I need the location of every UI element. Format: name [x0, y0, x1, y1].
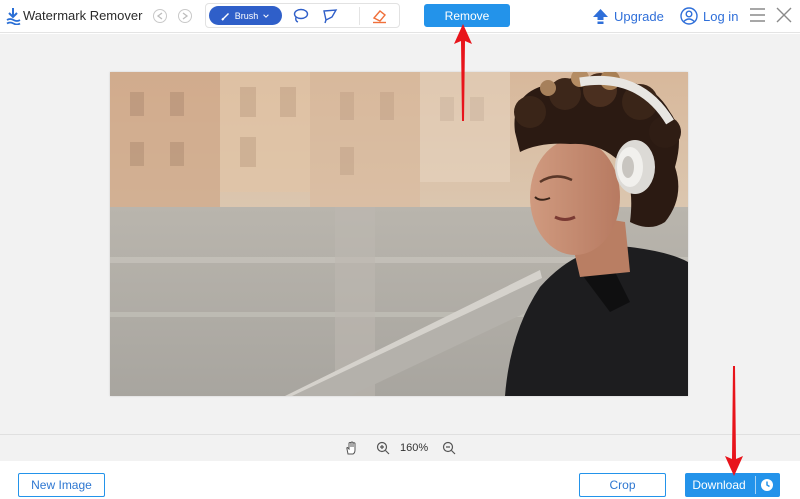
download-label: Download	[692, 478, 746, 492]
remove-button[interactable]: Remove	[424, 4, 510, 27]
undo-button[interactable]	[153, 9, 167, 23]
brush-icon	[221, 12, 229, 21]
redo-button[interactable]	[178, 9, 192, 23]
zoom-out-icon[interactable]	[442, 441, 456, 455]
user-icon	[680, 7, 698, 25]
new-image-button[interactable]: New Image	[18, 473, 105, 497]
brush-tool-button[interactable]: Brush	[209, 6, 282, 25]
crop-button[interactable]: Crop	[579, 473, 666, 497]
toolbar-divider	[359, 7, 360, 25]
hamburger-menu-icon[interactable]	[749, 7, 766, 23]
watermark-remover-app: Watermark Remover Brush Remove Upgrade L…	[0, 0, 800, 499]
lasso-icon[interactable]	[292, 8, 309, 24]
zoom-in-icon[interactable]	[376, 441, 390, 455]
selection-tool-group: Brush	[205, 3, 400, 28]
app-title: Watermark Remover	[23, 8, 143, 23]
chevron-down-icon	[263, 13, 270, 18]
photo-woman-headphones	[110, 72, 688, 396]
undo-icon	[156, 12, 163, 20]
eraser-icon[interactable]	[371, 8, 388, 24]
hand-pan-icon[interactable]	[344, 441, 358, 455]
polygon-lasso-icon[interactable]	[322, 8, 339, 24]
bottom-action-bar: New Image Crop Download	[0, 461, 800, 499]
download-button[interactable]: Download	[685, 473, 780, 497]
zoom-bar: 160%	[0, 434, 800, 461]
clock-icon[interactable]	[760, 478, 774, 492]
editing-canvas[interactable]	[0, 34, 800, 434]
zoom-level: 160%	[400, 442, 429, 454]
wave-logo-icon	[6, 8, 21, 25]
login-label: Log in	[703, 8, 739, 24]
login-link[interactable]: Log in	[680, 6, 738, 26]
redo-icon	[182, 12, 189, 20]
upload-arrow-icon	[593, 8, 608, 24]
close-icon[interactable]	[776, 7, 792, 23]
top-toolbar: Watermark Remover Brush Remove Upgrade L…	[0, 0, 800, 33]
download-divider	[755, 476, 756, 494]
brush-tool-label: Brush	[234, 10, 259, 21]
edited-photo[interactable]	[110, 72, 688, 396]
upgrade-label: Upgrade	[614, 8, 664, 24]
upgrade-link[interactable]: Upgrade	[592, 6, 664, 26]
